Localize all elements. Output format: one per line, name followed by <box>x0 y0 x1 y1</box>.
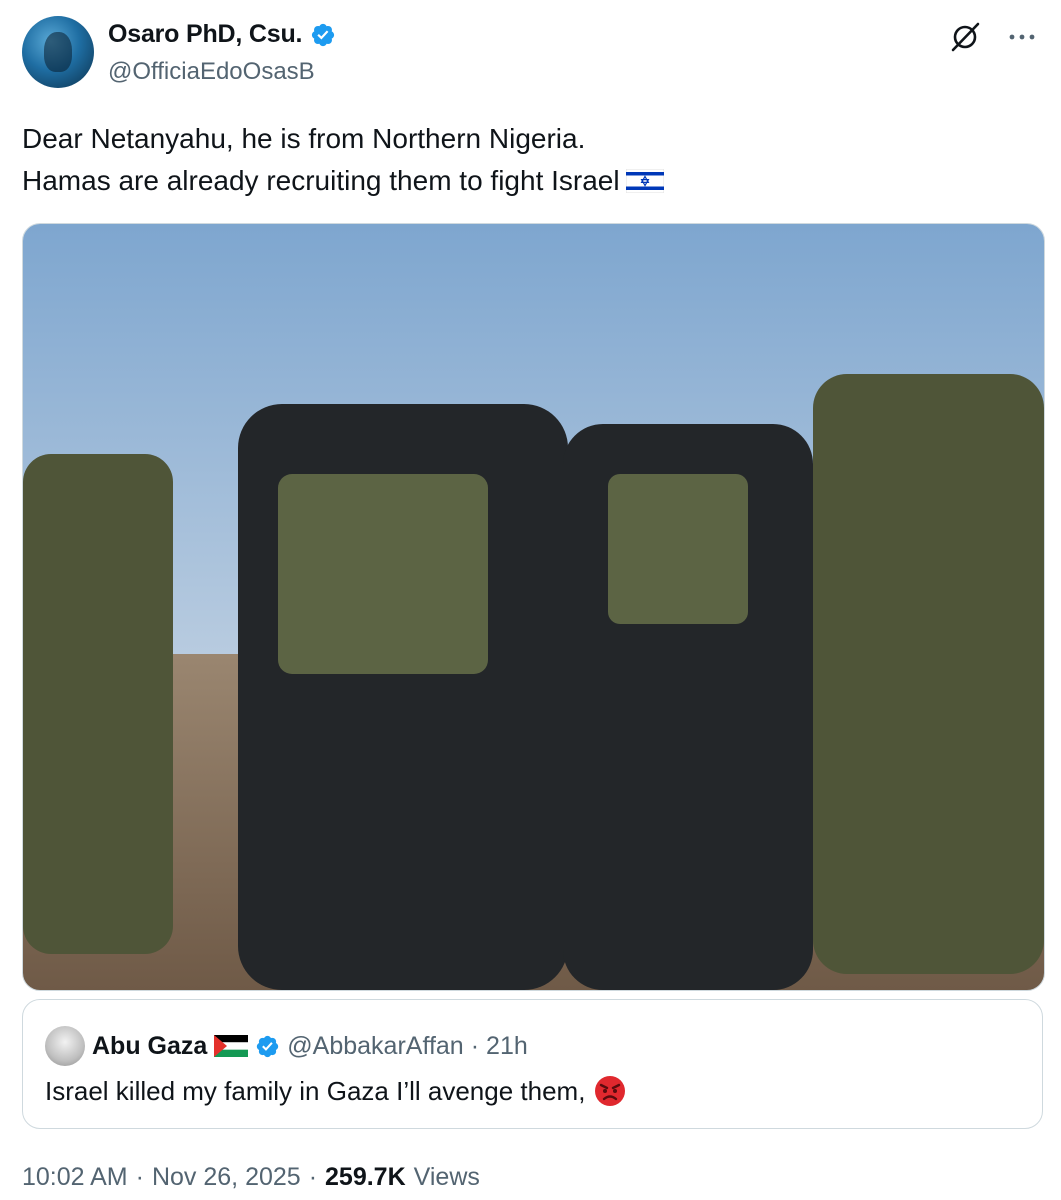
quoted-author-handle[interactable]: @AbbakarAffan <box>287 1032 463 1061</box>
israel-flag-icon <box>625 169 664 193</box>
author-name-row: Osaro PhD, Csu. <box>108 20 336 49</box>
quoted-tweet-text: Israel killed my family in Gaza I’ll ave… <box>45 1074 627 1108</box>
tweet-text: Dear Netanyahu, he is from Northern Nige… <box>22 118 664 202</box>
tweet-header: Osaro PhD, Csu. @OfficiaEdoOsasB <box>22 14 1039 94</box>
quoted-tweet-text-content: Israel killed my family in Gaza I’ll ave… <box>45 1075 586 1106</box>
grok-icon[interactable] <box>949 20 983 54</box>
tweet-text-line-1: Dear Netanyahu, he is from Northern Nige… <box>22 123 586 154</box>
meta-separator-2: · <box>308 1163 318 1191</box>
tweet-top-actions <box>949 20 1039 54</box>
tweet-time[interactable]: 10:02 AM <box>22 1163 128 1192</box>
verified-badge-icon <box>312 23 335 46</box>
author-display-name[interactable]: Osaro PhD, Csu. <box>108 20 302 49</box>
quoted-author-avatar[interactable] <box>45 1026 85 1066</box>
tweet-date[interactable]: Nov 26, 2025 <box>152 1163 301 1192</box>
tweet-meta: 10:02 AM · Nov 26, 2025 · 259.7K Views <box>22 1163 480 1192</box>
meta-separator-1: · <box>135 1163 144 1191</box>
quoted-timestamp[interactable]: 21h <box>486 1032 528 1061</box>
photo-scene <box>23 224 1044 990</box>
quoted-tweet[interactable]: Abu Gaza @AbbakarAffan · 21h Israel kill… <box>22 999 1043 1129</box>
verified-badge-icon <box>257 1035 279 1057</box>
quoted-tweet-header: Abu Gaza @AbbakarAffan · 21h <box>45 1026 528 1066</box>
views-label: Views <box>413 1163 480 1191</box>
tweet-photo[interactable] <box>22 223 1045 991</box>
quoted-author-display-name[interactable]: Abu Gaza <box>92 1032 207 1061</box>
angry-face-icon <box>595 1076 626 1106</box>
more-icon[interactable] <box>1005 20 1039 54</box>
author-handle[interactable]: @OfficiaEdoOsasB <box>108 58 315 86</box>
tweet-text-line-2-text: Hamas are already recruiting them to fig… <box>22 165 620 196</box>
tweet-text-line-2: Hamas are already recruiting them to fig… <box>22 160 664 202</box>
views-count: 259.7K <box>325 1163 406 1191</box>
quoted-separator: · <box>470 1031 480 1060</box>
palestine-flag-icon <box>214 1035 249 1057</box>
author-avatar[interactable] <box>22 16 94 88</box>
